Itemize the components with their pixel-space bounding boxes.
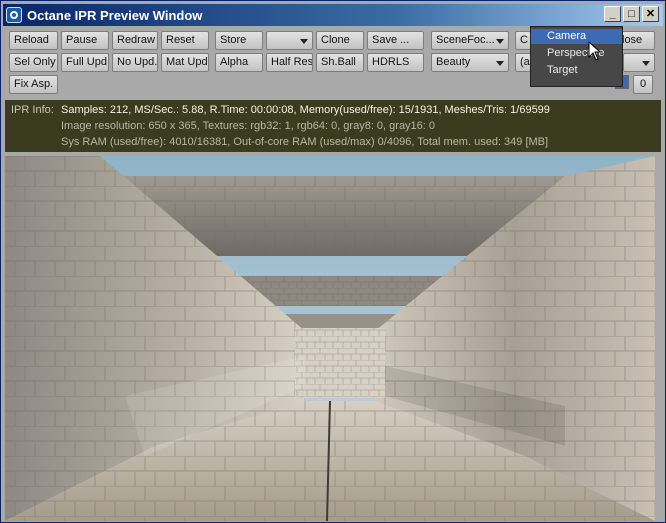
resolution-textures-line: Image resolution: 650 x 365, Textures: r… — [61, 120, 436, 132]
pause-button[interactable]: Pause — [61, 31, 109, 50]
title-bar[interactable]: Octane IPR Preview Window _ □ ✕ — [3, 4, 663, 26]
chevron-down-icon — [642, 61, 650, 66]
render-viewport[interactable] — [5, 156, 655, 521]
scene-focus-select[interactable]: SceneFoc... — [431, 31, 509, 50]
chevron-down-icon — [496, 39, 504, 44]
chevron-down-icon — [496, 61, 504, 66]
menu-item-camera[interactable]: Camera — [531, 29, 622, 44]
render-mode-select[interactable]: Beauty — [431, 53, 509, 72]
fix-aspect-button[interactable]: Fix Asp. — [9, 75, 58, 94]
minimize-button[interactable]: _ — [604, 6, 621, 22]
counter-field[interactable]: 0 — [633, 75, 653, 94]
chevron-down-icon — [300, 39, 308, 44]
redraw-button[interactable]: Redraw — [112, 31, 158, 50]
options-select[interactable] — [623, 53, 655, 72]
no-update-button[interactable]: No Upd. — [112, 53, 158, 72]
rendered-image — [5, 156, 655, 521]
render-stats-line: Samples: 212, MS/Sec.: 5.88, R.Time: 00:… — [61, 104, 550, 116]
camera-dropdown-menu: Camera Perspective Target — [530, 26, 623, 87]
menu-item-target[interactable]: Target — [531, 63, 622, 78]
camera-select[interactable]: C — [515, 31, 531, 50]
store-slot-select[interactable] — [266, 31, 313, 50]
scene-focus-value: SceneFoc... — [436, 34, 495, 46]
clone-button[interactable]: Clone — [316, 31, 364, 50]
ipr-info-label: IPR Info: — [11, 104, 54, 116]
ipr-preview-window: Octane IPR Preview Window _ □ ✕ Reload P… — [0, 0, 666, 523]
memory-usage-line: Sys RAM (used/free): 4010/16381, Out-of-… — [61, 136, 549, 148]
reset-button[interactable]: Reset — [161, 31, 209, 50]
close-button[interactable]: ✕ — [642, 6, 659, 22]
window-title: Octane IPR Preview Window — [27, 7, 203, 23]
store-button[interactable]: Store — [215, 31, 263, 50]
mouse-pointer-icon — [588, 41, 602, 61]
maximize-button[interactable]: □ — [623, 6, 640, 22]
secondary-select[interactable]: (a — [515, 53, 531, 72]
sel-only-button[interactable]: Sel Only — [9, 53, 58, 72]
window-controls: _ □ ✕ — [604, 6, 659, 22]
reload-button[interactable]: Reload — [9, 31, 58, 50]
ipr-info-panel: IPR Info: Samples: 212, MS/Sec.: 5.88, R… — [5, 100, 661, 152]
menu-item-perspective[interactable]: Perspective — [531, 46, 622, 61]
full-update-button[interactable]: Full Upd. — [61, 53, 109, 72]
mat-update-button[interactable]: Mat Upd — [161, 53, 209, 72]
shader-ball-button[interactable]: Sh.Ball — [316, 53, 364, 72]
hdrls-button[interactable]: HDRLS — [367, 53, 424, 72]
render-mode-value: Beauty — [436, 56, 471, 68]
half-res-button[interactable]: Half Res — [266, 53, 313, 72]
octane-logo-icon — [6, 7, 22, 23]
alpha-button[interactable]: Alpha — [215, 53, 263, 72]
save-button[interactable]: Save ... — [367, 31, 424, 50]
